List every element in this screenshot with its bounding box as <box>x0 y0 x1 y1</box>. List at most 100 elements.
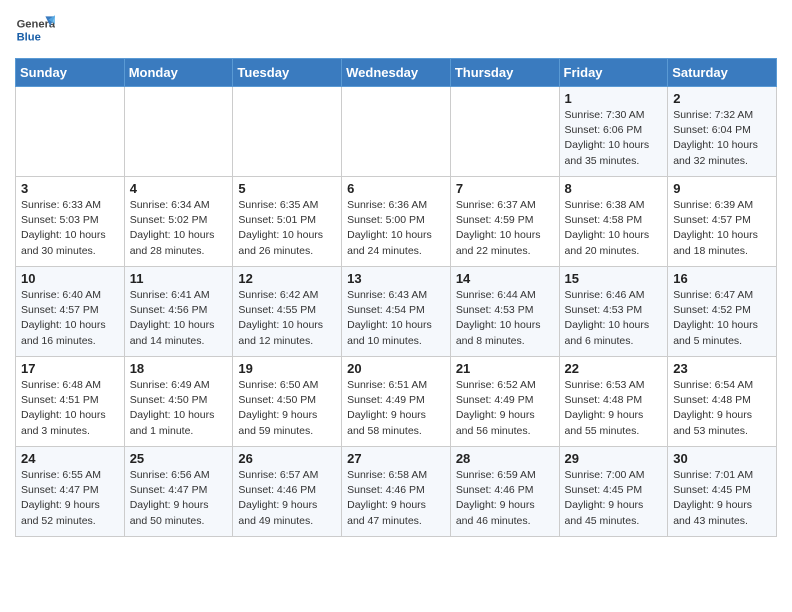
day-info: Sunrise: 6:47 AM Sunset: 4:52 PM Dayligh… <box>673 288 771 349</box>
day-number: 16 <box>673 271 771 286</box>
day-info: Sunrise: 7:32 AM Sunset: 6:04 PM Dayligh… <box>673 108 771 169</box>
calendar-cell: 4 Sunrise: 6:34 AM Sunset: 5:02 PM Daylig… <box>124 177 233 267</box>
week-row-4: 17 Sunrise: 6:48 AM Sunset: 4:51 PM Dayli… <box>16 357 777 447</box>
day-info: Sunrise: 6:50 AM Sunset: 4:50 PM Dayligh… <box>238 378 336 439</box>
calendar-cell: 19 Sunrise: 6:50 AM Sunset: 4:50 PM Dayli… <box>233 357 342 447</box>
day-number: 19 <box>238 361 336 376</box>
day-number: 4 <box>130 181 228 196</box>
day-info: Sunrise: 6:53 AM Sunset: 4:48 PM Dayligh… <box>565 378 663 439</box>
day-number: 18 <box>130 361 228 376</box>
calendar-cell <box>342 87 451 177</box>
calendar-cell: 29 Sunrise: 7:00 AM Sunset: 4:45 PM Dayli… <box>559 447 668 537</box>
calendar-cell: 2Sunrise: 7:32 AM Sunset: 6:04 PM Daylig… <box>668 87 777 177</box>
day-info: Sunrise: 6:39 AM Sunset: 4:57 PM Dayligh… <box>673 198 771 259</box>
day-info: Sunrise: 6:43 AM Sunset: 4:54 PM Dayligh… <box>347 288 445 349</box>
calendar-cell: 18 Sunrise: 6:49 AM Sunset: 4:50 PM Dayli… <box>124 357 233 447</box>
day-info: Sunrise: 6:57 AM Sunset: 4:46 PM Dayligh… <box>238 468 336 529</box>
calendar-cell: 25Sunrise: 6:56 AM Sunset: 4:47 PM Dayli… <box>124 447 233 537</box>
day-info: Sunrise: 6:59 AM Sunset: 4:46 PM Dayligh… <box>456 468 554 529</box>
calendar-cell: 30 Sunrise: 7:01 AM Sunset: 4:45 PM Dayli… <box>668 447 777 537</box>
calendar-cell <box>16 87 125 177</box>
day-info: Sunrise: 6:34 AM Sunset: 5:02 PM Dayligh… <box>130 198 228 259</box>
calendar-cell <box>233 87 342 177</box>
weekday-header-friday: Friday <box>559 59 668 87</box>
calendar-cell: 14 Sunrise: 6:44 AM Sunset: 4:53 PM Dayli… <box>450 267 559 357</box>
weekday-header-row: SundayMondayTuesdayWednesdayThursdayFrid… <box>16 59 777 87</box>
calendar-cell: 12 Sunrise: 6:42 AM Sunset: 4:55 PM Dayli… <box>233 267 342 357</box>
day-info: Sunrise: 6:58 AM Sunset: 4:46 PM Dayligh… <box>347 468 445 529</box>
calendar-cell: 8 Sunrise: 6:38 AM Sunset: 4:58 PM Daylig… <box>559 177 668 267</box>
calendar-cell: 23 Sunrise: 6:54 AM Sunset: 4:48 PM Dayli… <box>668 357 777 447</box>
day-info: Sunrise: 6:36 AM Sunset: 5:00 PM Dayligh… <box>347 198 445 259</box>
day-number: 22 <box>565 361 663 376</box>
day-number: 6 <box>347 181 445 196</box>
day-number: 28 <box>456 451 554 466</box>
day-number: 11 <box>130 271 228 286</box>
calendar-cell: 16 Sunrise: 6:47 AM Sunset: 4:52 PM Dayli… <box>668 267 777 357</box>
day-info: Sunrise: 6:52 AM Sunset: 4:49 PM Dayligh… <box>456 378 554 439</box>
day-info: Sunrise: 6:44 AM Sunset: 4:53 PM Dayligh… <box>456 288 554 349</box>
calendar-table: SundayMondayTuesdayWednesdayThursdayFrid… <box>15 58 777 537</box>
weekday-header-tuesday: Tuesday <box>233 59 342 87</box>
day-info: Sunrise: 6:56 AM Sunset: 4:47 PM Dayligh… <box>130 468 228 529</box>
svg-text:Blue: Blue <box>17 31 41 43</box>
day-info: Sunrise: 6:42 AM Sunset: 4:55 PM Dayligh… <box>238 288 336 349</box>
day-info: Sunrise: 6:37 AM Sunset: 4:59 PM Dayligh… <box>456 198 554 259</box>
day-number: 27 <box>347 451 445 466</box>
calendar-cell: 28 Sunrise: 6:59 AM Sunset: 4:46 PM Dayli… <box>450 447 559 537</box>
day-info: Sunrise: 6:51 AM Sunset: 4:49 PM Dayligh… <box>347 378 445 439</box>
day-info: Sunrise: 7:01 AM Sunset: 4:45 PM Dayligh… <box>673 468 771 529</box>
day-info: Sunrise: 6:41 AM Sunset: 4:56 PM Dayligh… <box>130 288 228 349</box>
day-number: 29 <box>565 451 663 466</box>
day-number: 10 <box>21 271 119 286</box>
day-info: Sunrise: 6:46 AM Sunset: 4:53 PM Dayligh… <box>565 288 663 349</box>
calendar-cell: 22 Sunrise: 6:53 AM Sunset: 4:48 PM Dayli… <box>559 357 668 447</box>
calendar-cell: 26 Sunrise: 6:57 AM Sunset: 4:46 PM Dayli… <box>233 447 342 537</box>
calendar-cell: 13 Sunrise: 6:43 AM Sunset: 4:54 PM Dayli… <box>342 267 451 357</box>
calendar-cell: 20 Sunrise: 6:51 AM Sunset: 4:49 PM Dayli… <box>342 357 451 447</box>
logo: General Blue <box>15 10 59 50</box>
day-number: 30 <box>673 451 771 466</box>
calendar-cell: 3Sunrise: 6:33 AM Sunset: 5:03 PM Daylig… <box>16 177 125 267</box>
week-row-5: 24Sunrise: 6:55 AM Sunset: 4:47 PM Dayli… <box>16 447 777 537</box>
calendar-cell: 7Sunrise: 6:37 AM Sunset: 4:59 PM Daylig… <box>450 177 559 267</box>
day-number: 5 <box>238 181 336 196</box>
calendar-cell: 9 Sunrise: 6:39 AM Sunset: 4:57 PM Daylig… <box>668 177 777 267</box>
weekday-header-thursday: Thursday <box>450 59 559 87</box>
weekday-header-monday: Monday <box>124 59 233 87</box>
day-number: 14 <box>456 271 554 286</box>
day-info: Sunrise: 7:00 AM Sunset: 4:45 PM Dayligh… <box>565 468 663 529</box>
day-info: Sunrise: 6:48 AM Sunset: 4:51 PM Dayligh… <box>21 378 119 439</box>
day-number: 13 <box>347 271 445 286</box>
day-info: Sunrise: 6:38 AM Sunset: 4:58 PM Dayligh… <box>565 198 663 259</box>
weekday-header-sunday: Sunday <box>16 59 125 87</box>
calendar-cell: 1 Sunrise: 7:30 AM Sunset: 6:06 PM Daylig… <box>559 87 668 177</box>
day-info: Sunrise: 7:30 AM Sunset: 6:06 PM Dayligh… <box>565 108 663 169</box>
calendar-cell: 21Sunrise: 6:52 AM Sunset: 4:49 PM Dayli… <box>450 357 559 447</box>
day-info: Sunrise: 6:54 AM Sunset: 4:48 PM Dayligh… <box>673 378 771 439</box>
day-number: 17 <box>21 361 119 376</box>
day-number: 26 <box>238 451 336 466</box>
day-number: 9 <box>673 181 771 196</box>
calendar-cell: 27 Sunrise: 6:58 AM Sunset: 4:46 PM Dayli… <box>342 447 451 537</box>
day-number: 20 <box>347 361 445 376</box>
calendar-cell: 6 Sunrise: 6:36 AM Sunset: 5:00 PM Daylig… <box>342 177 451 267</box>
calendar-cell: 17 Sunrise: 6:48 AM Sunset: 4:51 PM Dayli… <box>16 357 125 447</box>
day-number: 23 <box>673 361 771 376</box>
day-number: 1 <box>565 91 663 106</box>
calendar-cell <box>450 87 559 177</box>
day-info: Sunrise: 6:55 AM Sunset: 4:47 PM Dayligh… <box>21 468 119 529</box>
day-number: 12 <box>238 271 336 286</box>
calendar-cell: 5 Sunrise: 6:35 AM Sunset: 5:01 PM Daylig… <box>233 177 342 267</box>
day-info: Sunrise: 6:35 AM Sunset: 5:01 PM Dayligh… <box>238 198 336 259</box>
weekday-header-saturday: Saturday <box>668 59 777 87</box>
calendar-cell: 11 Sunrise: 6:41 AM Sunset: 4:56 PM Dayli… <box>124 267 233 357</box>
day-number: 15 <box>565 271 663 286</box>
day-info: Sunrise: 6:49 AM Sunset: 4:50 PM Dayligh… <box>130 378 228 439</box>
day-number: 3 <box>21 181 119 196</box>
week-row-3: 10Sunrise: 6:40 AM Sunset: 4:57 PM Dayli… <box>16 267 777 357</box>
calendar-cell: 15 Sunrise: 6:46 AM Sunset: 4:53 PM Dayli… <box>559 267 668 357</box>
weekday-header-wednesday: Wednesday <box>342 59 451 87</box>
day-number: 8 <box>565 181 663 196</box>
week-row-2: 3Sunrise: 6:33 AM Sunset: 5:03 PM Daylig… <box>16 177 777 267</box>
